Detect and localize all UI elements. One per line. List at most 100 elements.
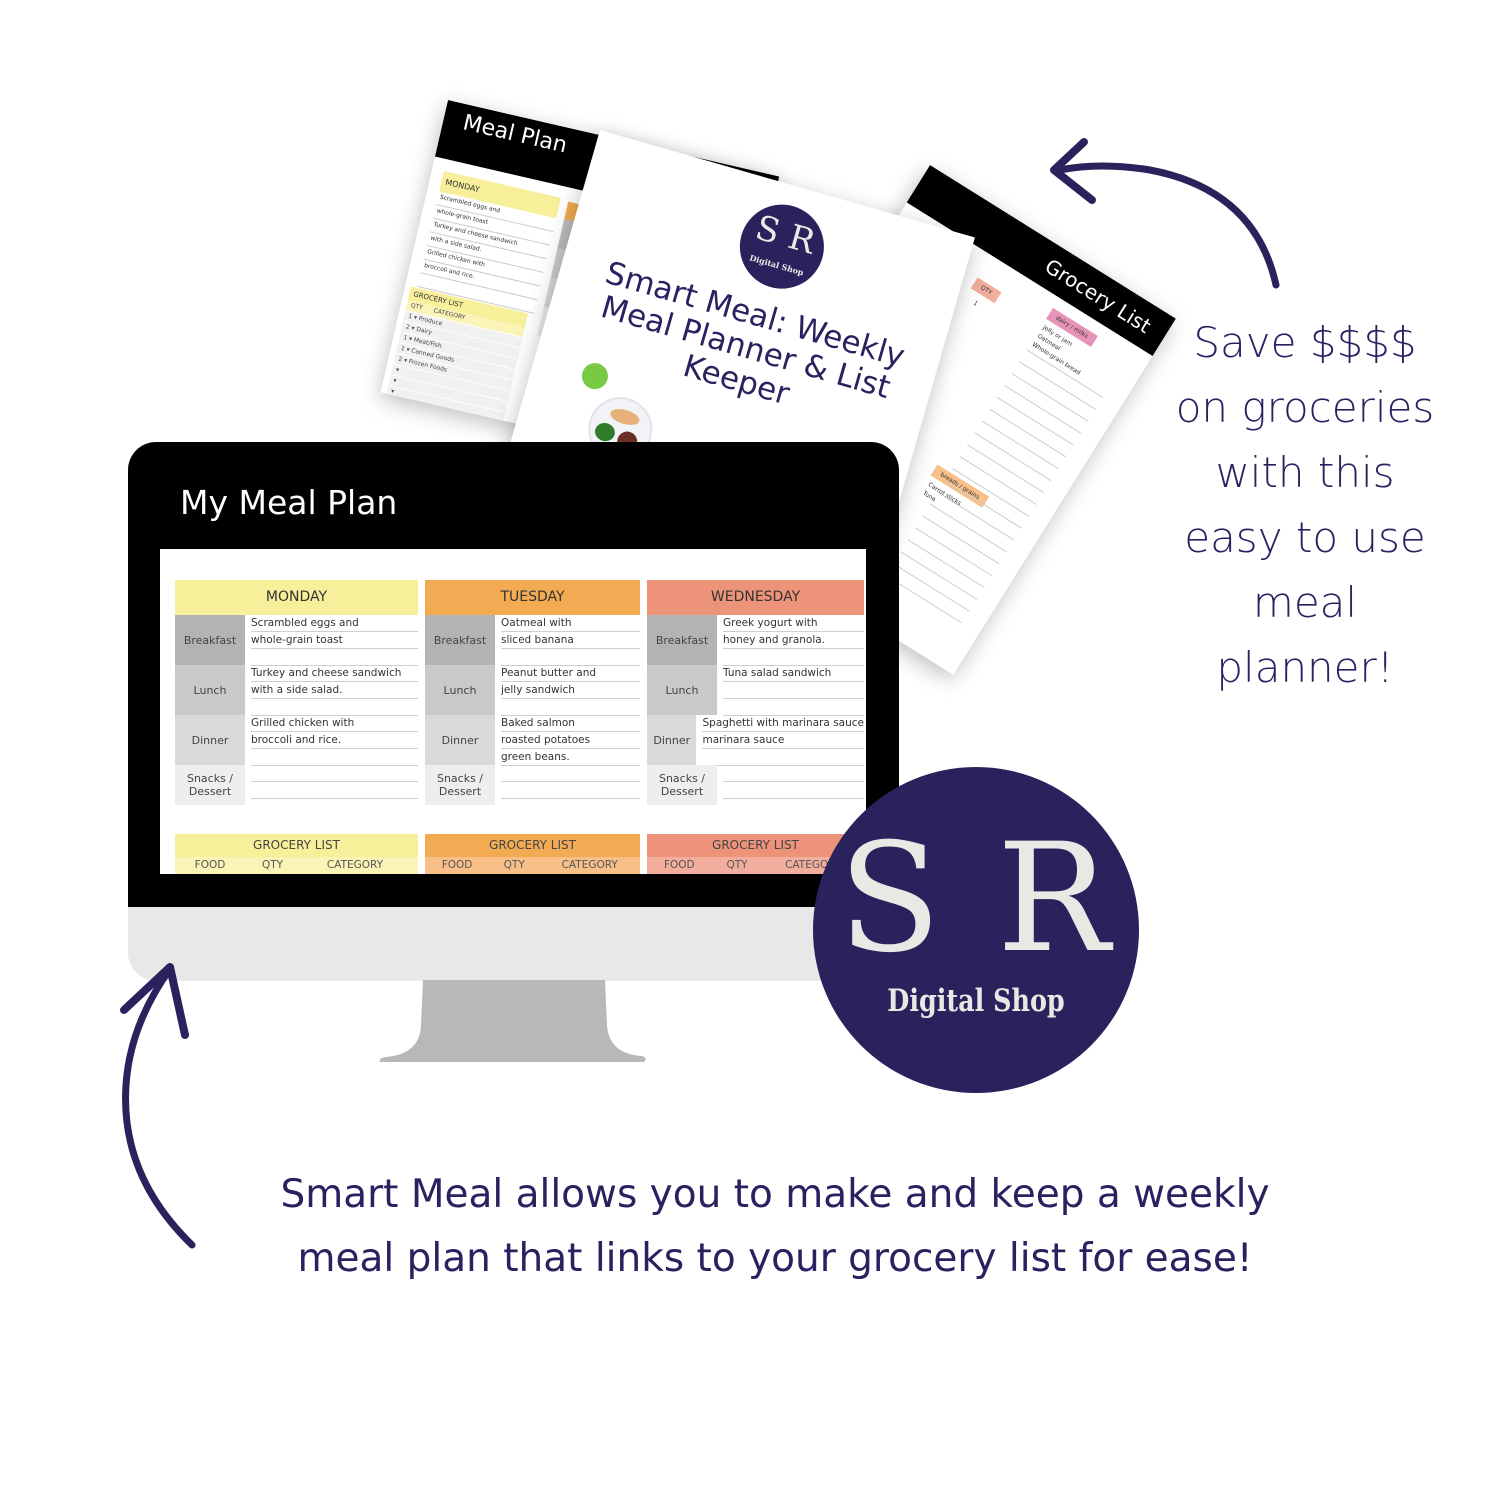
grocery-column-headers: FOOD QTY CATEGORY (425, 857, 640, 874)
meal-entry-field[interactable] (501, 649, 640, 666)
grocery-list-header: GROCERY LIST (175, 834, 418, 857)
meal-row: Breakfast Scrambled eggs and whole-grain t… (175, 615, 418, 666)
column-header-category: CATEGORY (561, 859, 618, 871)
meal-entry-field[interactable] (501, 699, 640, 716)
screen-title: My Meal Plan (180, 483, 398, 522)
logo-subtitle: Digital Shop (887, 983, 1065, 1019)
meal-label: Snacks / Dessert (647, 765, 717, 805)
meal-row: Snacks / Dessert (647, 765, 864, 805)
qty: 1 (400, 344, 406, 353)
column-header-qty: QTY (503, 859, 525, 871)
meal-row: Lunch Turkey and cheese sandwich with a si… (175, 665, 418, 716)
meal-entry-field[interactable]: jelly sandwich (501, 682, 640, 699)
meal-label: Lunch (425, 665, 495, 715)
meal-label: Snacks / Dessert (175, 765, 245, 805)
tagline-line: Save $$$$ (1193, 318, 1417, 367)
meal-cells: Greek yogurt with honey and granola. (717, 615, 864, 666)
meal-entry-field[interactable] (723, 699, 864, 716)
meal-row: Breakfast Oatmeal with sliced banana (425, 615, 640, 666)
meal-entry-field[interactable] (501, 765, 640, 782)
apple-illustration (578, 360, 612, 393)
meal-row: Snacks / Dessert (425, 765, 640, 805)
day-header: TUESDAY (425, 580, 640, 615)
grocery-list-tuesday: GROCERY LIST FOOD QTY CATEGORY (425, 834, 640, 874)
meal-cells (245, 765, 418, 805)
meal-label: Dinner (647, 715, 697, 765)
column-header-food: FOOD (441, 859, 473, 871)
column-header-food: FOOD (194, 859, 226, 871)
meal-entry-field[interactable] (723, 649, 864, 666)
qty: 2 (397, 355, 403, 364)
chicken-illustration (608, 406, 642, 428)
meal-entry-field[interactable]: Spaghetti with marinara sauce (702, 715, 864, 732)
meal-cells: Oatmeal with sliced banana (495, 615, 640, 666)
meal-cells: Grilled chicken with broccoli and rice. (245, 715, 418, 766)
grocery-list-header: GROCERY LIST (425, 834, 640, 857)
meal-entry-field[interactable]: Grilled chicken with (251, 715, 418, 732)
meal-cells: Peanut butter and jelly sandwich (495, 665, 640, 716)
column-header-qty: QTY (261, 859, 284, 871)
meal-entry-field[interactable] (251, 765, 418, 782)
qty: 2 (405, 323, 411, 332)
meal-row: Dinner Grilled chicken with broccoli and r… (175, 715, 418, 766)
meal-entry-field[interactable]: Baked salmon (501, 715, 640, 732)
meal-plan-grocery-list: GROCERY LIST QTY CATEGORY 1 ▾ Produce 2 … (380, 286, 529, 446)
meal-cells: Turkey and cheese sandwich with a side sa… (245, 665, 418, 716)
meal-label: Lunch (175, 665, 245, 715)
column-header-category: CATEGORY (326, 859, 384, 871)
qty: 1 (402, 334, 408, 342)
meal-entry-field[interactable]: green beans. (501, 749, 640, 766)
day-column-monday: MONDAY Breakfast Scrambled eggs and whole-g… (175, 580, 418, 805)
meal-entry-field[interactable]: Scrambled eggs and (251, 615, 418, 632)
grocery-column-headers: FOOD QTY CATEGORY (175, 857, 418, 874)
curved-arrow-icon (1050, 138, 1280, 289)
meal-entry-field[interactable]: whole-grain toast (251, 632, 418, 649)
meal-entry-field[interactable] (723, 765, 864, 782)
meal-entry-field[interactable]: Peanut butter and (501, 665, 640, 682)
qty-value: 1 (971, 299, 979, 308)
meal-label: Lunch (647, 665, 717, 715)
monitor-chin (128, 907, 899, 981)
meal-entry-field[interactable] (723, 682, 864, 699)
description-line: meal plan that links to your grocery lis… (297, 1236, 1253, 1281)
meal-entry-field[interactable]: marinara sauce (702, 732, 864, 749)
meal-row: Dinner Baked salmon roasted potatoes green … (425, 715, 640, 766)
cover-logo: S R Digital Shop (729, 194, 834, 299)
col-qty: QTY (410, 301, 424, 312)
tagline-line: planner! (1216, 643, 1394, 692)
meal-entry-field[interactable] (251, 699, 418, 716)
meal-entry-field[interactable]: Turkey and cheese sandwich (251, 665, 418, 682)
logo-initials: S R (838, 812, 1114, 986)
meal-label: Snacks / Dessert (425, 765, 495, 805)
meal-entry-field[interactable] (501, 782, 640, 799)
day-column-wednesday: WEDNESDAY Breakfast Greek yogurt with honey… (647, 580, 864, 805)
product-description: Smart Meal allows you to make and keep a… (200, 1163, 1350, 1291)
meal-label: Dinner (175, 715, 245, 765)
broccoli-illustration (592, 420, 618, 444)
meal-label: Breakfast (425, 615, 495, 665)
meal-entry-field[interactable]: roasted potatoes (501, 732, 640, 749)
meal-entry-field[interactable]: sliced banana (501, 632, 640, 649)
tagline-line: on groceries (1175, 383, 1435, 432)
meal-entry-field[interactable]: with a side salad. (251, 682, 418, 699)
qty: 1 (407, 312, 413, 321)
description-line: Smart Meal allows you to make and keep a… (280, 1172, 1270, 1217)
meal-cells: Spaghetti with marinara sauce marinara sa… (696, 715, 864, 766)
day-header: WEDNESDAY (647, 580, 864, 615)
meal-entry-field[interactable] (702, 749, 864, 766)
meal-entry-field[interactable] (723, 782, 864, 799)
meal-entry-field[interactable]: Oatmeal with (501, 615, 640, 632)
meal-entry-field[interactable]: Tuna salad sandwich (723, 665, 864, 682)
meal-entry-field[interactable] (251, 782, 418, 799)
category: Dairy (415, 325, 433, 337)
meal-entry-field[interactable] (251, 649, 418, 666)
meal-entry-field[interactable] (251, 749, 418, 766)
meal-row: Lunch Peanut butter and jelly sandwich (425, 665, 640, 716)
meal-entry-field[interactable]: broccoli and rice. (251, 732, 418, 749)
sr-digital-shop-logo: S R Digital Shop (813, 767, 1139, 1093)
meal-cells (495, 765, 640, 805)
meal-entry-field[interactable]: honey and granola. (723, 632, 864, 649)
monitor-screen: My Meal Plan MONDAY Breakfast Scrambled eg… (160, 477, 866, 874)
savings-tagline: Save $$$$ on groceries with this easy to… (1160, 310, 1450, 700)
meal-entry-field[interactable]: Greek yogurt with (723, 615, 864, 632)
